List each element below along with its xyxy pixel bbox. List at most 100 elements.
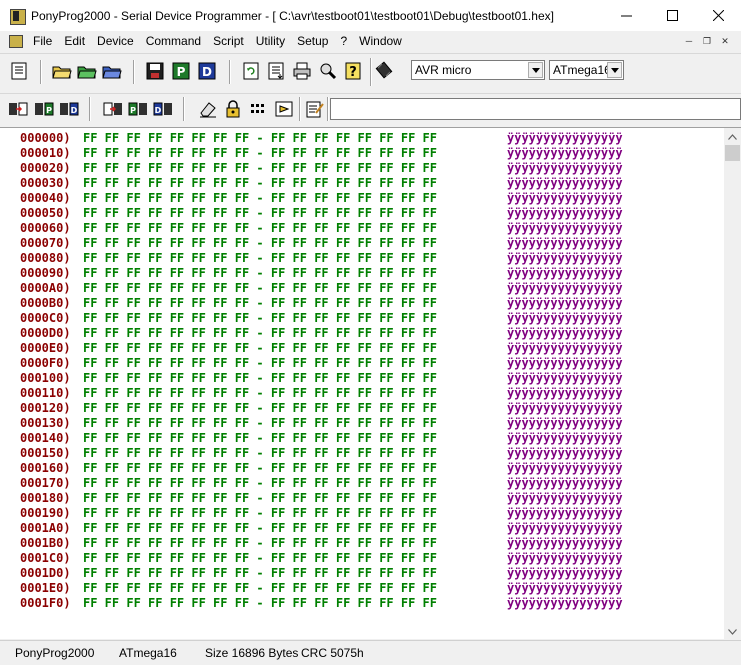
command-text-input[interactable] [330, 98, 741, 120]
hex-ascii[interactable]: ÿÿÿÿÿÿÿÿÿÿÿÿÿÿÿÿ [507, 311, 623, 326]
hex-ascii[interactable]: ÿÿÿÿÿÿÿÿÿÿÿÿÿÿÿÿ [507, 131, 623, 146]
hex-ascii[interactable]: ÿÿÿÿÿÿÿÿÿÿÿÿÿÿÿÿ [507, 221, 623, 236]
hex-bytes[interactable]: FF FF FF FF FF FF FF FF - FF FF FF FF FF… [83, 476, 437, 491]
hex-ascii[interactable]: ÿÿÿÿÿÿÿÿÿÿÿÿÿÿÿÿ [507, 521, 623, 536]
app-icon[interactable] [9, 8, 26, 25]
hex-bytes[interactable]: FF FF FF FF FF FF FF FF - FF FF FF FF FF… [83, 536, 437, 551]
hex-ascii[interactable]: ÿÿÿÿÿÿÿÿÿÿÿÿÿÿÿÿ [507, 161, 623, 176]
hex-bytes[interactable]: FF FF FF FF FF FF FF FF - FF FF FF FF FF… [83, 521, 437, 536]
minimize-button[interactable] [603, 0, 649, 31]
hex-ascii[interactable]: ÿÿÿÿÿÿÿÿÿÿÿÿÿÿÿÿ [507, 296, 623, 311]
hex-bytes[interactable]: FF FF FF FF FF FF FF FF - FF FF FF FF FF… [83, 281, 437, 296]
security-lock-button[interactable] [221, 97, 245, 121]
hex-bytes[interactable]: FF FF FF FF FF FF FF FF - FF FF FF FF FF… [83, 431, 437, 446]
hex-ascii[interactable]: ÿÿÿÿÿÿÿÿÿÿÿÿÿÿÿÿ [507, 416, 623, 431]
hex-bytes[interactable]: FF FF FF FF FF FF FF FF - FF FF FF FF FF… [83, 446, 437, 461]
chevron-down-icon[interactable] [607, 62, 622, 78]
mdi-minimize-icon[interactable]: ─ [681, 34, 697, 48]
write-data-button[interactable]: D [151, 97, 175, 121]
hex-bytes[interactable]: FF FF FF FF FF FF FF FF - FF FF FF FF FF… [83, 581, 437, 596]
hex-bytes[interactable]: FF FF FF FF FF FF FF FF - FF FF FF FF FF… [83, 191, 437, 206]
mdi-restore-icon[interactable]: ❐ [699, 34, 715, 48]
save-data-button[interactable]: D [195, 59, 219, 83]
menu-command[interactable]: Command [140, 31, 207, 51]
read-program-button[interactable]: P [32, 97, 56, 121]
hex-bytes[interactable]: FF FF FF FF FF FF FF FF - FF FF FF FF FF… [83, 311, 437, 326]
hex-bytes[interactable]: FF FF FF FF FF FF FF FF - FF FF FF FF FF… [83, 326, 437, 341]
close-button[interactable] [695, 0, 741, 31]
menu-setup[interactable]: Setup [291, 31, 334, 51]
document-icon[interactable] [7, 33, 25, 49]
menu-utility[interactable]: Utility [250, 31, 291, 51]
setup-button[interactable] [316, 59, 340, 83]
hex-ascii[interactable]: ÿÿÿÿÿÿÿÿÿÿÿÿÿÿÿÿ [507, 536, 623, 551]
hex-ascii[interactable]: ÿÿÿÿÿÿÿÿÿÿÿÿÿÿÿÿ [507, 266, 623, 281]
hex-bytes[interactable]: FF FF FF FF FF FF FF FF - FF FF FF FF FF… [83, 491, 437, 506]
hex-ascii[interactable]: ÿÿÿÿÿÿÿÿÿÿÿÿÿÿÿÿ [507, 596, 623, 611]
hex-ascii[interactable]: ÿÿÿÿÿÿÿÿÿÿÿÿÿÿÿÿ [507, 371, 623, 386]
hex-ascii[interactable]: ÿÿÿÿÿÿÿÿÿÿÿÿÿÿÿÿ [507, 386, 623, 401]
hex-ascii[interactable]: ÿÿÿÿÿÿÿÿÿÿÿÿÿÿÿÿ [507, 506, 623, 521]
scrollbar-thumb[interactable] [725, 145, 740, 161]
save-button[interactable] [143, 59, 167, 83]
write-all-button[interactable] [101, 97, 125, 121]
hex-editor[interactable]: 000000) FF FF FF FF FF FF FF FF - FF FF F… [0, 127, 741, 639]
hex-bytes[interactable]: FF FF FF FF FF FF FF FF - FF FF FF FF FF… [83, 161, 437, 176]
open-file-button[interactable] [50, 59, 74, 83]
hex-ascii[interactable]: ÿÿÿÿÿÿÿÿÿÿÿÿÿÿÿÿ [507, 326, 623, 341]
hex-ascii[interactable]: ÿÿÿÿÿÿÿÿÿÿÿÿÿÿÿÿ [507, 146, 623, 161]
erase-button[interactable] [196, 97, 220, 121]
mdi-close-icon[interactable]: ✕ [717, 34, 733, 48]
hex-bytes[interactable]: FF FF FF FF FF FF FF FF - FF FF FF FF FF… [83, 371, 437, 386]
device-chip-button[interactable] [372, 58, 396, 82]
read-all-button[interactable] [6, 97, 30, 121]
open-program-button[interactable] [75, 59, 99, 83]
hex-ascii[interactable]: ÿÿÿÿÿÿÿÿÿÿÿÿÿÿÿÿ [507, 401, 623, 416]
hex-bytes[interactable]: FF FF FF FF FF FF FF FF - FF FF FF FF FF… [83, 131, 437, 146]
chevron-down-icon[interactable] [528, 62, 543, 78]
menu-help[interactable]: ? [334, 31, 353, 51]
hex-ascii[interactable]: ÿÿÿÿÿÿÿÿÿÿÿÿÿÿÿÿ [507, 356, 623, 371]
hex-bytes[interactable]: FF FF FF FF FF FF FF FF - FF FF FF FF FF… [83, 566, 437, 581]
scroll-up-button[interactable] [724, 128, 741, 145]
hex-bytes[interactable]: FF FF FF FF FF FF FF FF - FF FF FF FF FF… [83, 251, 437, 266]
read-data-button[interactable]: D [57, 97, 81, 121]
vertical-scrollbar[interactable] [724, 128, 741, 639]
hex-ascii[interactable]: ÿÿÿÿÿÿÿÿÿÿÿÿÿÿÿÿ [507, 581, 623, 596]
script-edit-button[interactable] [303, 97, 327, 121]
hex-bytes[interactable]: FF FF FF FF FF FF FF FF - FF FF FF FF FF… [83, 506, 437, 521]
hex-bytes[interactable]: FF FF FF FF FF FF FF FF - FF FF FF FF FF… [83, 176, 437, 191]
hex-ascii[interactable]: ÿÿÿÿÿÿÿÿÿÿÿÿÿÿÿÿ [507, 251, 623, 266]
edit-buffer-button[interactable] [7, 59, 31, 83]
hex-bytes[interactable]: FF FF FF FF FF FF FF FF - FF FF FF FF FF… [83, 341, 437, 356]
hex-ascii[interactable]: ÿÿÿÿÿÿÿÿÿÿÿÿÿÿÿÿ [507, 206, 623, 221]
hex-ascii[interactable]: ÿÿÿÿÿÿÿÿÿÿÿÿÿÿÿÿ [507, 551, 623, 566]
hex-bytes[interactable]: FF FF FF FF FF FF FF FF - FF FF FF FF FF… [83, 236, 437, 251]
hex-bytes[interactable]: FF FF FF FF FF FF FF FF - FF FF FF FF FF… [83, 296, 437, 311]
hex-ascii[interactable]: ÿÿÿÿÿÿÿÿÿÿÿÿÿÿÿÿ [507, 236, 623, 251]
hex-bytes[interactable]: FF FF FF FF FF FF FF FF - FF FF FF FF FF… [83, 206, 437, 221]
menu-device[interactable]: Device [91, 31, 140, 51]
hex-ascii[interactable]: ÿÿÿÿÿÿÿÿÿÿÿÿÿÿÿÿ [507, 341, 623, 356]
hex-bytes[interactable]: FF FF FF FF FF FF FF FF - FF FF FF FF FF… [83, 146, 437, 161]
hex-bytes[interactable]: FF FF FF FF FF FF FF FF - FF FF FF FF FF… [83, 416, 437, 431]
hex-bytes[interactable]: FF FF FF FF FF FF FF FF - FF FF FF FF FF… [83, 596, 437, 611]
reload-button[interactable] [239, 59, 263, 83]
hex-bytes[interactable]: FF FF FF FF FF FF FF FF - FF FF FF FF FF… [83, 266, 437, 281]
hex-bytes[interactable]: FF FF FF FF FF FF FF FF - FF FF FF FF FF… [83, 461, 437, 476]
hex-ascii[interactable]: ÿÿÿÿÿÿÿÿÿÿÿÿÿÿÿÿ [507, 431, 623, 446]
open-data-button[interactable] [100, 59, 124, 83]
hex-ascii[interactable]: ÿÿÿÿÿÿÿÿÿÿÿÿÿÿÿÿ [507, 446, 623, 461]
scroll-down-button[interactable] [724, 623, 741, 639]
program-button[interactable] [272, 97, 296, 121]
hex-ascii[interactable]: ÿÿÿÿÿÿÿÿÿÿÿÿÿÿÿÿ [507, 476, 623, 491]
hex-ascii[interactable]: ÿÿÿÿÿÿÿÿÿÿÿÿÿÿÿÿ [507, 176, 623, 191]
print-button[interactable] [290, 59, 314, 83]
hex-ascii[interactable]: ÿÿÿÿÿÿÿÿÿÿÿÿÿÿÿÿ [507, 461, 623, 476]
menu-edit[interactable]: Edit [58, 31, 91, 51]
hex-ascii[interactable]: ÿÿÿÿÿÿÿÿÿÿÿÿÿÿÿÿ [507, 281, 623, 296]
help-button[interactable]: ? [341, 59, 365, 83]
file-info-button[interactable] [264, 59, 288, 83]
device-type-select[interactable]: ATmega16 [549, 60, 624, 80]
maximize-button[interactable] [649, 0, 695, 31]
